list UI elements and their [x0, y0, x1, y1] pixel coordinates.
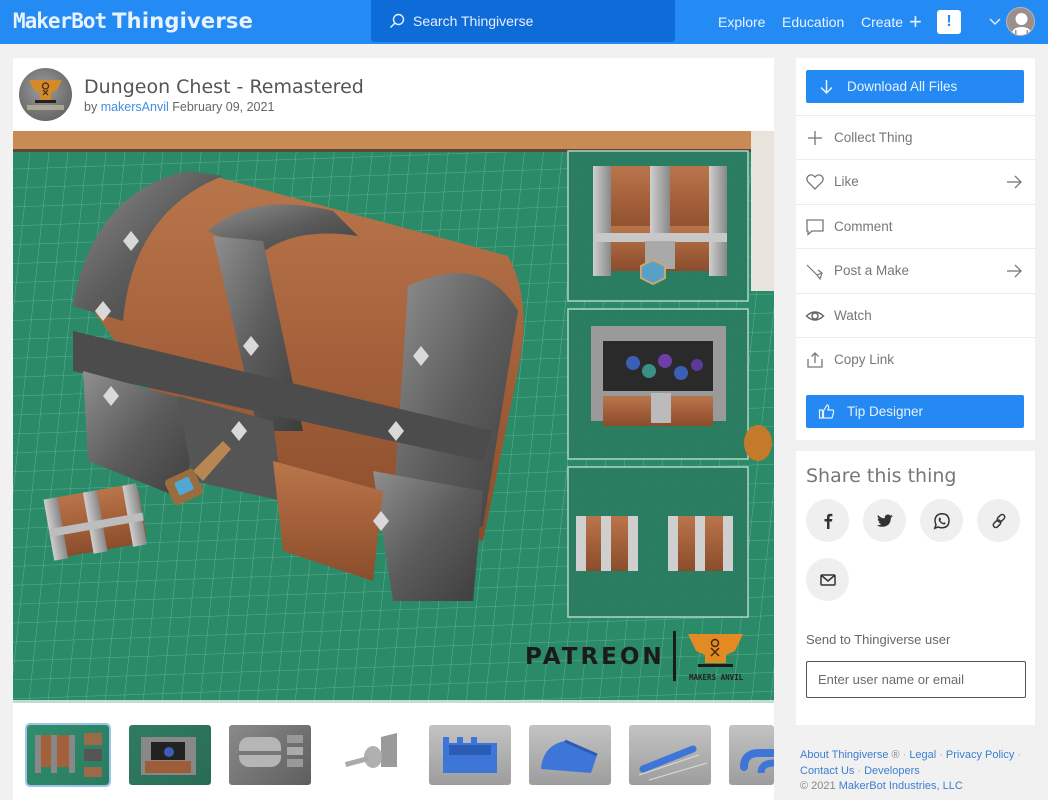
send-to-user-label: Send to Thingiverse user: [806, 632, 951, 647]
top-nav-bar: MakerBotThingiverse Explore Education Cr…: [0, 0, 1048, 44]
page-footer: About Thingiverse ® · Legal · Privacy Policy…: [800, 748, 1048, 795]
eye-icon: [804, 305, 826, 327]
footer-line-1: About Thingiverse ® · Legal · Privacy Policy…: [800, 749, 1022, 761]
tip-designer-button[interactable]: Tip Designer: [806, 395, 1024, 428]
arrow-right-icon: [1007, 264, 1022, 278]
hero-image[interactable]: PATREON MAKERS ANVIL: [13, 131, 774, 703]
thing-header: Dungeon Chest - Remastered by makersAnvi…: [13, 58, 774, 131]
thing-byline: by makersAnvil February 09, 2021: [84, 100, 274, 114]
chevron-down-icon[interactable]: [988, 14, 1002, 28]
nav-create[interactable]: Create +: [861, 0, 922, 44]
tip-label: Tip Designer: [847, 404, 924, 419]
logo-thingiverse: Thingiverse: [112, 9, 254, 33]
by-label: by: [84, 100, 98, 114]
twitter-icon: [876, 514, 893, 527]
patreon-watermark: PATREON: [525, 644, 665, 670]
download-label: Download All Files: [847, 79, 958, 94]
footer-about-link[interactable]: About Thingiverse: [800, 749, 888, 761]
comment-button[interactable]: Comment: [796, 204, 1035, 248]
collect-thing-button[interactable]: Collect Thing: [796, 115, 1035, 159]
like-label: Like: [834, 174, 859, 189]
registered-mark: ®: [891, 749, 900, 761]
share-upload-icon: [804, 349, 826, 371]
watch-button[interactable]: Watch: [796, 293, 1035, 337]
search-icon: [390, 13, 405, 28]
nav-explore[interactable]: Explore: [718, 0, 765, 44]
thingiverse-logo[interactable]: MakerBot Thingiverse: [13, 8, 253, 34]
share-whatsapp-button[interactable]: [920, 499, 963, 542]
footer-developers-link[interactable]: Developers: [864, 765, 920, 777]
download-all-files-button[interactable]: Download All Files: [806, 70, 1024, 103]
email-envelope-icon: [819, 573, 836, 586]
heart-icon: [804, 171, 826, 193]
plus-icon: +: [909, 9, 922, 34]
download-arrow-icon: [820, 80, 833, 95]
post-make-label: Post a Make: [834, 263, 910, 278]
plus-icon: [804, 127, 826, 149]
footer-company-link[interactable]: MakerBot Industries, LLC: [839, 780, 963, 792]
thumbnail[interactable]: [429, 725, 511, 785]
pencil-make-icon: [804, 260, 826, 282]
inset-photo-3: [567, 466, 749, 618]
publish-date: February 09, 2021: [172, 100, 275, 114]
footer-contact-link[interactable]: Contact Us: [800, 765, 854, 777]
share-twitter-button[interactable]: [863, 499, 906, 542]
notification-alert-icon[interactable]: !: [937, 10, 961, 34]
send-to-user-input[interactable]: [806, 661, 1026, 698]
thumbnail[interactable]: [729, 725, 774, 785]
nav-create-label: Create: [861, 14, 904, 30]
user-avatar-icon: [1011, 13, 1032, 35]
share-panel: Share this thing Send to Thingiverse use…: [796, 451, 1035, 725]
thumbnail[interactable]: [129, 725, 211, 785]
author-link[interactable]: makersAnvil: [101, 100, 169, 114]
thumbs-up-icon: [818, 404, 835, 419]
watch-label: Watch: [834, 308, 872, 323]
share-email-button[interactable]: [806, 558, 849, 601]
makers-anvil-brand-text: MAKERS ANVIL: [689, 673, 744, 682]
footer-line-3: © 2021 MakerBot Industries, LLC: [800, 779, 1048, 795]
thing-title: Dungeon Chest - Remastered: [84, 76, 364, 98]
footer-line-2: Contact Us · Developers: [800, 764, 920, 777]
hero-photo: PATREON MAKERS ANVIL: [13, 131, 774, 703]
nav-education[interactable]: Education: [782, 0, 844, 44]
inset-photo-1: [567, 150, 749, 302]
footer-privacy-link[interactable]: Privacy Policy: [946, 749, 1014, 761]
makers-anvil-logo-icon: [27, 80, 64, 110]
search-input[interactable]: [413, 13, 653, 29]
actions-panel: Download All Files Collect Thing Like Co…: [796, 58, 1035, 440]
thumbnail[interactable]: [25, 723, 111, 787]
thumbnail[interactable]: [329, 725, 411, 785]
comment-bubble-icon: [804, 216, 826, 238]
thing-main-card: Dungeon Chest - Remastered by makersAnvi…: [13, 58, 774, 800]
thumbnail[interactable]: [629, 725, 711, 785]
copy-link-button[interactable]: Copy Link: [796, 337, 1035, 381]
logo-makerbot: MakerBot: [13, 9, 107, 33]
like-button[interactable]: Like: [796, 159, 1035, 203]
whatsapp-icon: [933, 512, 950, 529]
search-box[interactable]: [371, 0, 675, 42]
thumbnail[interactable]: [229, 725, 311, 785]
inset-photo-2: [567, 308, 749, 460]
share-title: Share this thing: [806, 465, 957, 487]
link-chain-icon: [992, 513, 1005, 528]
post-a-make-button[interactable]: Post a Make: [796, 248, 1035, 292]
user-avatar[interactable]: [1006, 7, 1035, 36]
comment-label: Comment: [834, 219, 893, 234]
designer-avatar[interactable]: [19, 68, 72, 121]
share-link-button[interactable]: [977, 499, 1020, 542]
footer-legal-link[interactable]: Legal: [909, 749, 936, 761]
thumbnail-strip: [13, 703, 774, 800]
thumbnail[interactable]: [529, 725, 611, 785]
arrow-right-icon: [1007, 175, 1022, 189]
facebook-icon: [824, 513, 832, 529]
share-facebook-button[interactable]: [806, 499, 849, 542]
copyright-text: © 2021: [800, 780, 836, 792]
copy-link-label: Copy Link: [834, 352, 895, 367]
collect-label: Collect Thing: [834, 130, 913, 145]
